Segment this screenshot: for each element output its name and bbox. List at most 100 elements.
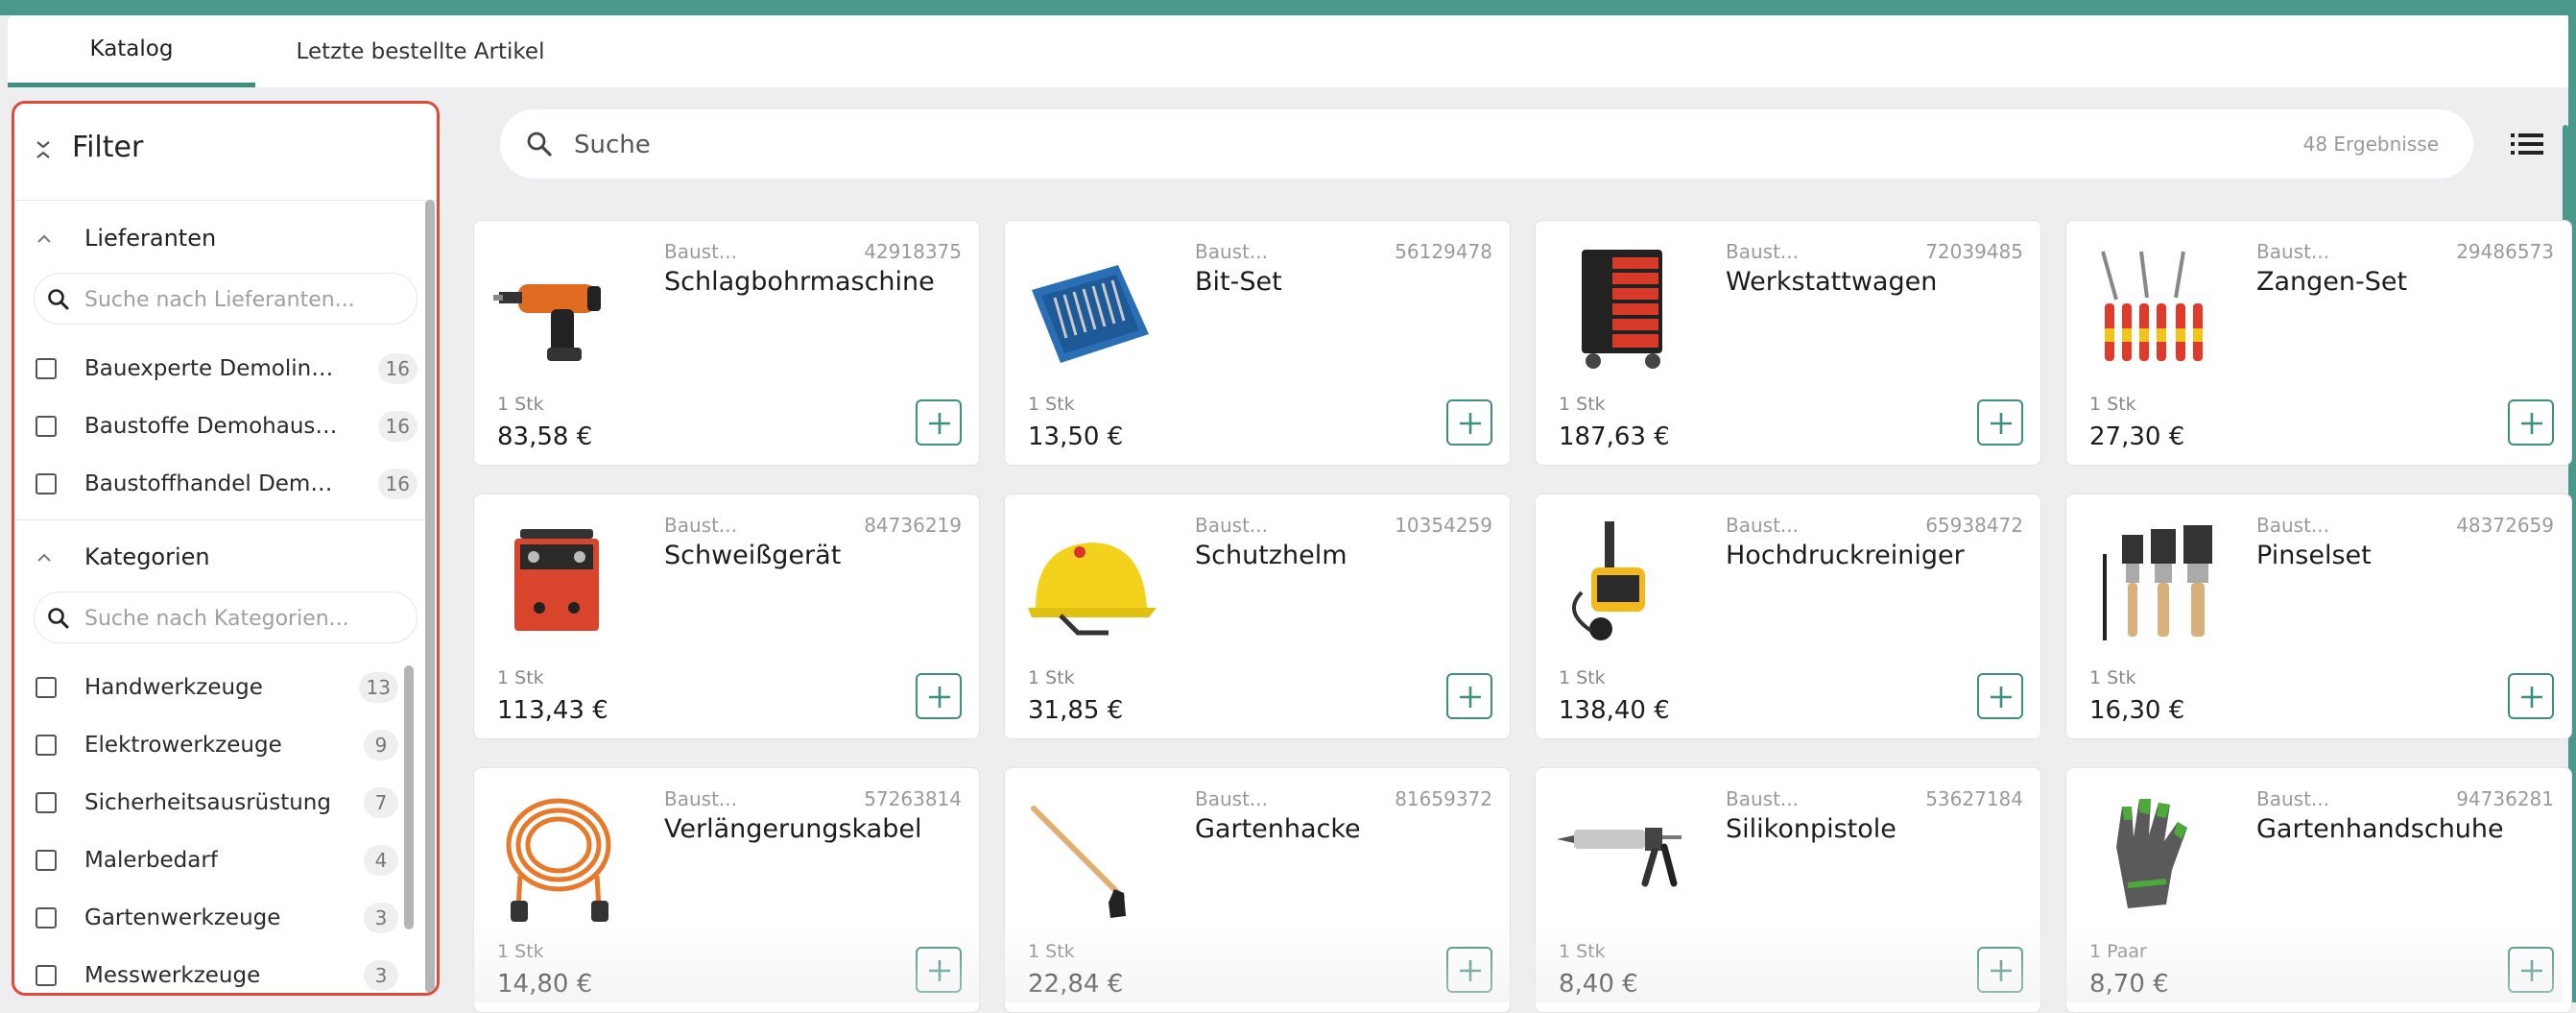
welder-icon (514, 529, 599, 631)
plus-icon (1991, 960, 2012, 981)
checkbox[interactable] (36, 965, 57, 986)
category-search-input[interactable] (83, 602, 403, 635)
filter-option[interactable]: Handwerkzeuge 13 (14, 664, 417, 712)
filter-option[interactable]: Gartenwerkzeuge 3 (14, 895, 417, 943)
tab-recent-orders[interactable]: Letzte bestellte Artikel (276, 15, 564, 87)
checkbox[interactable] (36, 907, 57, 929)
add-to-cart-button[interactable] (916, 947, 962, 993)
search-icon (48, 289, 69, 310)
section-categories-header[interactable]: Kategorien (14, 534, 417, 582)
unit-label: 1 Stk (1559, 667, 1606, 688)
product-search-bar: 48 Ergebnisse (500, 109, 2473, 179)
filter-option[interactable]: Baustoffe Demohausen 16 (14, 403, 417, 451)
article-number: 72039485 (1925, 240, 2023, 263)
product-name: Hochdruckreiniger (1726, 541, 1965, 570)
product-search-input[interactable] (572, 127, 2111, 163)
price: 13,50 € (1028, 422, 1124, 451)
product-card[interactable]: Baust... 84736219 Schweißgerät 1 Stk 113… (473, 494, 980, 739)
add-to-cart-button[interactable] (1977, 399, 2023, 446)
filter-option-label: Sicherheitsausrüstung (84, 790, 331, 815)
price: 8,40 € (1559, 970, 1638, 999)
article-number: 94736281 (2456, 787, 2554, 810)
product-card[interactable]: Baust... 72039485 Werkstattwagen 1 Stk 1… (1535, 220, 2041, 466)
unit-label: 1 Stk (497, 667, 544, 688)
filter-option-count: 7 (364, 787, 398, 818)
add-to-cart-button[interactable] (2508, 947, 2554, 993)
checkbox[interactable] (36, 677, 57, 698)
product-card[interactable]: Baust... 48372659 Pinselset 1 Stk 16,30 … (2065, 494, 2572, 739)
supplier-label: Baust... (1726, 240, 1799, 263)
helmet-icon (1028, 543, 1157, 636)
category-search-box (34, 591, 417, 643)
product-card[interactable]: Baust... 42918375 Schlagbohrmaschine 1 S… (473, 220, 980, 466)
sidebar-scrollbar[interactable] (425, 200, 435, 993)
plus-icon (929, 413, 950, 434)
checkbox[interactable] (36, 850, 57, 871)
product-card[interactable]: Baust... 81659372 Gartenhacke 1 Stk 22,8… (1004, 767, 1511, 1013)
article-number: 42918375 (864, 240, 962, 263)
section-title: Kategorien (84, 543, 210, 570)
product-card[interactable]: Baust... 94736281 Gartenhandschuhe 1 Paa… (2065, 767, 2572, 1013)
price: 31,85 € (1028, 696, 1124, 725)
add-to-cart-button[interactable] (2508, 673, 2554, 719)
filter-option[interactable]: Baustoffhandel Demolinger 16 (14, 461, 417, 509)
price: 8,70 € (2089, 970, 2169, 999)
search-icon (48, 608, 69, 629)
tool-cart-icon (1582, 250, 1662, 369)
product-name: Schutzhelm (1195, 541, 1348, 570)
checkbox[interactable] (36, 473, 57, 494)
list-view-icon[interactable] (2511, 131, 2543, 157)
tab-katalog[interactable]: Katalog (8, 15, 255, 87)
plus-icon (1460, 413, 1481, 434)
price: 16,30 € (2089, 696, 2185, 725)
filter-option-label: Elektrowerkzeuge (84, 733, 282, 758)
filter-option[interactable]: Sicherheitsausrüstung 7 (14, 780, 417, 828)
product-name: Zangen-Set (2256, 267, 2408, 297)
price: 14,80 € (497, 970, 593, 999)
price: 113,43 € (497, 696, 608, 725)
filter-option[interactable]: Bauexperte Demolinger 16 (14, 346, 417, 394)
supplier-label: Baust... (1195, 787, 1268, 810)
filter-option[interactable]: Malerbedarf 4 (14, 837, 417, 885)
article-number: 56129478 (1395, 240, 1492, 263)
product-name: Gartenhandschuhe (2256, 814, 2504, 844)
unit-label: 1 Stk (497, 394, 544, 415)
add-to-cart-button[interactable] (1446, 947, 1492, 993)
filter-option[interactable]: Messwerkzeuge 3 (14, 953, 417, 993)
unit-label: 1 Stk (1559, 941, 1606, 962)
filter-option[interactable]: Elektrowerkzeuge 9 (14, 722, 417, 770)
checkbox[interactable] (36, 735, 57, 756)
product-card[interactable]: Baust... 65938472 Hochdruckreiniger 1 St… (1535, 494, 2041, 739)
pressure-washer-icon (1572, 521, 1645, 640)
add-to-cart-button[interactable] (1977, 673, 2023, 719)
product-card[interactable]: Baust... 53627184 Silikonpistole 1 Stk 8… (1535, 767, 2041, 1013)
sidebar-scrollbar-thumb[interactable] (425, 200, 435, 993)
supplier-search-input[interactable] (83, 283, 403, 316)
pliers-icon (2101, 251, 2203, 361)
unit-label: 1 Paar (2089, 941, 2147, 962)
supplier-label: Baust... (664, 514, 737, 537)
product-card[interactable]: Baust... 57263814 Verlängerungskabel 1 S… (473, 767, 980, 1013)
add-to-cart-button[interactable] (916, 399, 962, 446)
checkbox[interactable] (36, 416, 57, 437)
section-suppliers-header[interactable]: Lieferanten (14, 215, 417, 263)
price: 83,58 € (497, 422, 593, 451)
checkbox[interactable] (36, 358, 57, 379)
product-card[interactable]: Baust... 56129478 Bit-Set 1 Stk 13,50 € (1004, 220, 1511, 466)
add-to-cart-button[interactable] (1446, 673, 1492, 719)
filter-sidebar: Filter Lieferanten Bauexperte Demolinger… (12, 101, 440, 996)
product-card[interactable]: Baust... 29486573 Zangen-Set 1 Stk 27,30… (2065, 220, 2572, 466)
product-name: Pinselset (2256, 541, 2372, 570)
plus-icon (2521, 413, 2542, 434)
add-to-cart-button[interactable] (1977, 947, 2023, 993)
price: 22,84 € (1028, 970, 1124, 999)
collapse-icon[interactable] (32, 138, 55, 161)
checkbox[interactable] (36, 792, 57, 813)
add-to-cart-button[interactable] (1446, 399, 1492, 446)
add-to-cart-button[interactable] (916, 673, 962, 719)
product-card[interactable]: Baust... 10354259 Schutzhelm 1 Stk 31,85… (1004, 494, 1511, 739)
add-to-cart-button[interactable] (2508, 399, 2554, 446)
filter-option-label: Baustoffhandel Demolinger (84, 471, 336, 496)
category-scrollbar-thumb[interactable] (404, 665, 414, 929)
chevron-up-icon (37, 234, 51, 243)
